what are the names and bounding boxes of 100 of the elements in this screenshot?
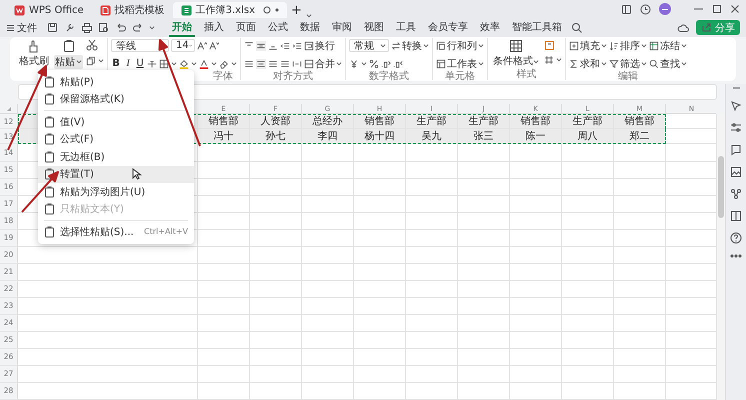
share-icon — [701, 22, 712, 33]
text-style-button[interactable]: I — [123, 58, 133, 69]
collapse-icon[interactable] — [730, 86, 742, 90]
maximize-icon[interactable] — [712, 4, 722, 14]
table-cell: 陈一 — [510, 129, 562, 144]
ribbon-tab[interactable]: 智能工具箱 — [509, 18, 565, 36]
strikethrough-icon[interactable] — [147, 58, 157, 68]
scrollbar-thumb[interactable] — [718, 156, 724, 218]
fill-color-icon[interactable] — [179, 58, 189, 68]
help-icon[interactable] — [730, 232, 742, 244]
number-format-field[interactable]: 常规 — [349, 39, 389, 52]
circle-icon[interactable] — [263, 6, 272, 14]
font-size-field[interactable]: 14 — [171, 39, 195, 52]
clipboard-icon — [44, 203, 55, 216]
document-tab[interactable]: WPS Office — [6, 2, 92, 18]
more-icon[interactable] — [730, 254, 742, 258]
ribbon-tab[interactable]: 公式 — [265, 18, 291, 36]
align-right-icon[interactable] — [268, 58, 278, 68]
ribbon-tab[interactable]: 视图 — [361, 18, 387, 36]
decimal-decrease-icon[interactable] — [393, 58, 403, 68]
ribbon-tab[interactable]: 会员专享 — [425, 18, 471, 36]
cursor-icon[interactable] — [730, 100, 742, 112]
sum-button[interactable]: 求和 — [569, 56, 607, 70]
split-view-icon[interactable] — [730, 210, 742, 222]
indent-decrease-icon[interactable] — [280, 40, 290, 50]
align-center-icon[interactable] — [256, 58, 266, 68]
cloud-icon[interactable] — [677, 22, 690, 34]
menu-item[interactable]: 无边框(B) — [38, 148, 194, 166]
menu-item[interactable]: 粘贴(P) — [38, 73, 194, 90]
decimal-increase-icon[interactable] — [381, 58, 391, 68]
merge-button[interactable]: 合并 — [304, 56, 342, 70]
font-color-icon[interactable] — [199, 58, 209, 68]
vertical-scrollbar[interactable] — [716, 114, 725, 400]
copy-icon[interactable] — [86, 56, 96, 66]
caret-icon — [681, 43, 687, 48]
distributed-icon[interactable] — [292, 58, 302, 68]
comment-icon[interactable] — [730, 144, 742, 156]
find-button[interactable]: 查找 — [649, 56, 687, 70]
image-icon[interactable] — [730, 166, 742, 178]
cut-icon[interactable] — [86, 39, 98, 51]
fill-button[interactable]: 填充 — [569, 38, 607, 52]
ribbon-tab[interactable]: 页面 — [233, 18, 259, 36]
justify-icon[interactable] — [280, 58, 290, 68]
save-icon[interactable] — [47, 22, 59, 34]
border-icon[interactable] — [159, 58, 169, 68]
worksheet-button[interactable]: 工作表 — [436, 56, 484, 70]
convert-button[interactable]: 转换 — [391, 38, 429, 52]
wrap-text-button[interactable]: 换行 — [304, 38, 335, 52]
nodes-icon[interactable] — [730, 188, 742, 200]
percent-icon[interactable] — [369, 58, 379, 68]
clipboard-icon — [62, 38, 76, 52]
ribbon-tab[interactable]: 插入 — [201, 18, 227, 36]
clipboard-icon — [44, 186, 55, 198]
new-tab-button[interactable]: + — [287, 2, 306, 18]
clock-icon[interactable] — [640, 4, 651, 14]
menu-item[interactable]: 粘贴为浮动图片(U) — [38, 183, 194, 200]
file-menu[interactable]: 文件 — [6, 20, 37, 34]
currency-icon[interactable] — [349, 58, 359, 68]
align-left-icon[interactable] — [244, 58, 254, 68]
filter-button[interactable]: 筛选 — [609, 56, 647, 70]
menu-item[interactable]: 保留源格式(K) — [38, 90, 194, 108]
document-tab[interactable]: 找稻壳模板 — [92, 2, 173, 18]
clipboard-icon — [44, 76, 55, 88]
align-middle-icon[interactable] — [256, 40, 266, 50]
close-icon[interactable] — [730, 4, 740, 14]
rows-columns-button[interactable]: 行和列 — [436, 38, 484, 52]
freeze-button[interactable]: 冻结 — [649, 38, 687, 52]
convert-icon — [391, 40, 401, 50]
ribbon-tab[interactable]: 工具 — [393, 18, 419, 36]
eraser-icon[interactable] — [219, 58, 229, 68]
wrench-icon[interactable] — [64, 22, 76, 34]
format-painter-button[interactable]: 格式刷 — [17, 38, 51, 69]
panel-icon[interactable] — [621, 4, 632, 14]
undo-icon[interactable] — [115, 22, 127, 34]
dot-icon[interactable] — [275, 8, 280, 12]
cell-style-icon[interactable] — [544, 40, 556, 52]
search-icon[interactable] — [571, 22, 583, 34]
menu-item[interactable]: 转置(T) — [38, 166, 194, 183]
menu-item[interactable]: 选择性粘贴(S)... Ctrl+Alt+V — [38, 223, 194, 240]
ribbon-tab[interactable]: 数据 — [297, 18, 323, 36]
ribbon-tab[interactable]: 审阅 — [329, 18, 355, 36]
wrap-icon — [304, 40, 314, 50]
font-shrink-icon[interactable] — [209, 40, 219, 50]
conditional-format-button[interactable]: 条件格式 — [491, 39, 541, 68]
font-grow-icon[interactable] — [197, 40, 207, 50]
sort-button[interactable]: 排序 — [609, 38, 647, 52]
print-preview-icon[interactable] — [98, 22, 110, 34]
avatar-icon[interactable] — [659, 3, 671, 15]
text-style-button[interactable]: B — [111, 58, 121, 69]
menu-item[interactable]: 值(V) — [38, 113, 194, 130]
document-tab[interactable]: 工作簿3.xlsx — [172, 2, 288, 18]
redo-icon[interactable] — [132, 22, 144, 34]
indent-increase-icon[interactable] — [292, 40, 302, 50]
table-format-icon[interactable] — [544, 54, 554, 64]
sliders-icon[interactable] — [730, 122, 742, 134]
ribbon-tab[interactable]: 效率 — [477, 18, 503, 36]
menu-item[interactable]: 公式(F) — [38, 130, 194, 148]
text-style-button[interactable]: U — [135, 58, 145, 69]
paste-button[interactable]: 粘贴 — [54, 54, 83, 68]
print-icon[interactable] — [81, 22, 93, 34]
